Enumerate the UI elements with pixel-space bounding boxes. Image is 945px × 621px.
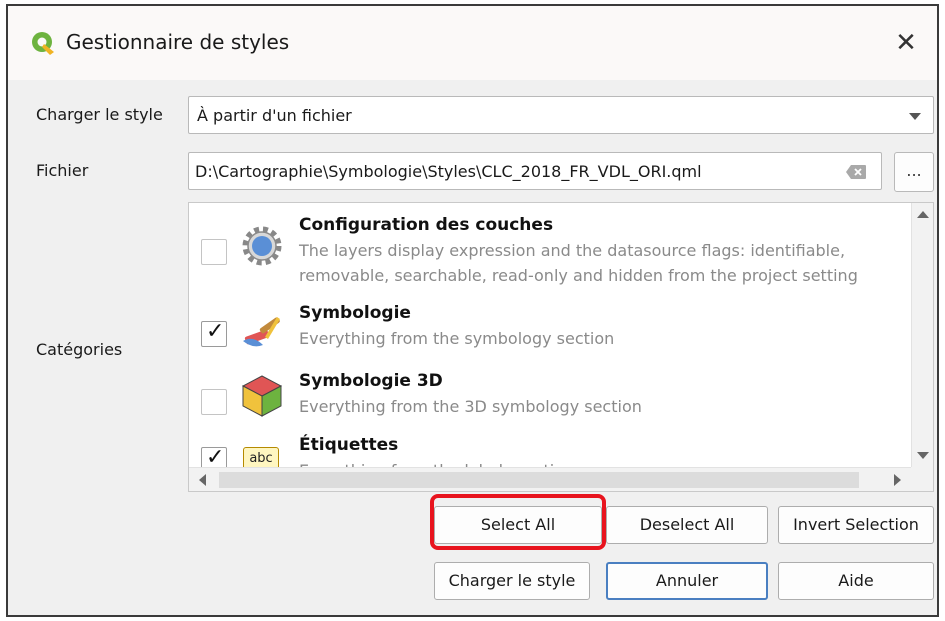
- style-manager-dialog: Gestionnaire de styles ✕ Charger le styl…: [6, 4, 939, 617]
- invert-selection-button[interactable]: Invert Selection: [778, 506, 934, 544]
- scroll-down-icon[interactable]: [917, 452, 929, 459]
- checkbox-symbology[interactable]: ✓: [201, 319, 227, 347]
- item-title: Symbologie 3D: [299, 371, 443, 391]
- window-title: Gestionnaire de styles: [66, 30, 290, 54]
- item-description: Everything from the symbology section: [299, 329, 615, 348]
- vertical-scrollbar[interactable]: [911, 203, 933, 467]
- browse-file-button[interactable]: ...: [894, 152, 934, 192]
- title-bar: Gestionnaire de styles ✕: [8, 6, 937, 80]
- close-button[interactable]: ✕: [883, 20, 929, 66]
- scroll-left-icon[interactable]: [199, 474, 206, 486]
- load-style-select[interactable]: À partir d'un fichier: [188, 96, 934, 134]
- checkbox-symbology-3d[interactable]: [201, 389, 227, 415]
- abc-label-icon-text: abc: [249, 451, 273, 466]
- file-path-value: D:\Cartographie\Symbologie\Styles\CLC_20…: [195, 162, 702, 181]
- file-label: Fichier: [36, 161, 89, 180]
- item-description: The layers display expression and the da…: [299, 241, 846, 260]
- item-title: Étiquettes: [299, 435, 399, 455]
- scroll-up-icon[interactable]: [917, 211, 929, 218]
- qgis-logo-icon: [32, 32, 54, 55]
- cube-icon: [241, 375, 283, 417]
- clear-icon[interactable]: [845, 164, 867, 180]
- categories-list[interactable]: Configuration des couches The layers dis…: [188, 202, 934, 492]
- item-description: Everything from the 3D symbology section: [299, 397, 642, 416]
- cancel-button[interactable]: Annuler: [606, 562, 768, 600]
- scroll-corner: [911, 467, 933, 491]
- checkbox-layer-configuration[interactable]: [201, 239, 227, 265]
- load-style-button[interactable]: Charger le style: [434, 562, 590, 600]
- select-all-button[interactable]: Select All: [434, 506, 602, 544]
- item-title: Configuration des couches: [299, 215, 554, 235]
- file-path-input[interactable]: D:\Cartographie\Symbologie\Styles\CLC_20…: [188, 152, 882, 190]
- deselect-all-button[interactable]: Deselect All: [606, 506, 768, 544]
- horizontal-scrollbar[interactable]: [189, 467, 913, 491]
- load-style-value: À partir d'un fichier: [197, 106, 352, 125]
- categories-label: Catégories: [36, 340, 123, 359]
- scroll-right-icon[interactable]: [894, 474, 901, 486]
- help-button[interactable]: Aide: [778, 562, 934, 600]
- item-description: removable, searchable, read-only and hid…: [299, 266, 858, 285]
- gear-icon: [242, 226, 282, 266]
- item-title: Symbologie: [299, 303, 411, 323]
- paintbrush-icon: [243, 317, 280, 347]
- horizontal-scroll-thumb[interactable]: [219, 472, 859, 488]
- load-style-label: Charger le style: [36, 105, 163, 124]
- chevron-down-icon: [909, 113, 921, 120]
